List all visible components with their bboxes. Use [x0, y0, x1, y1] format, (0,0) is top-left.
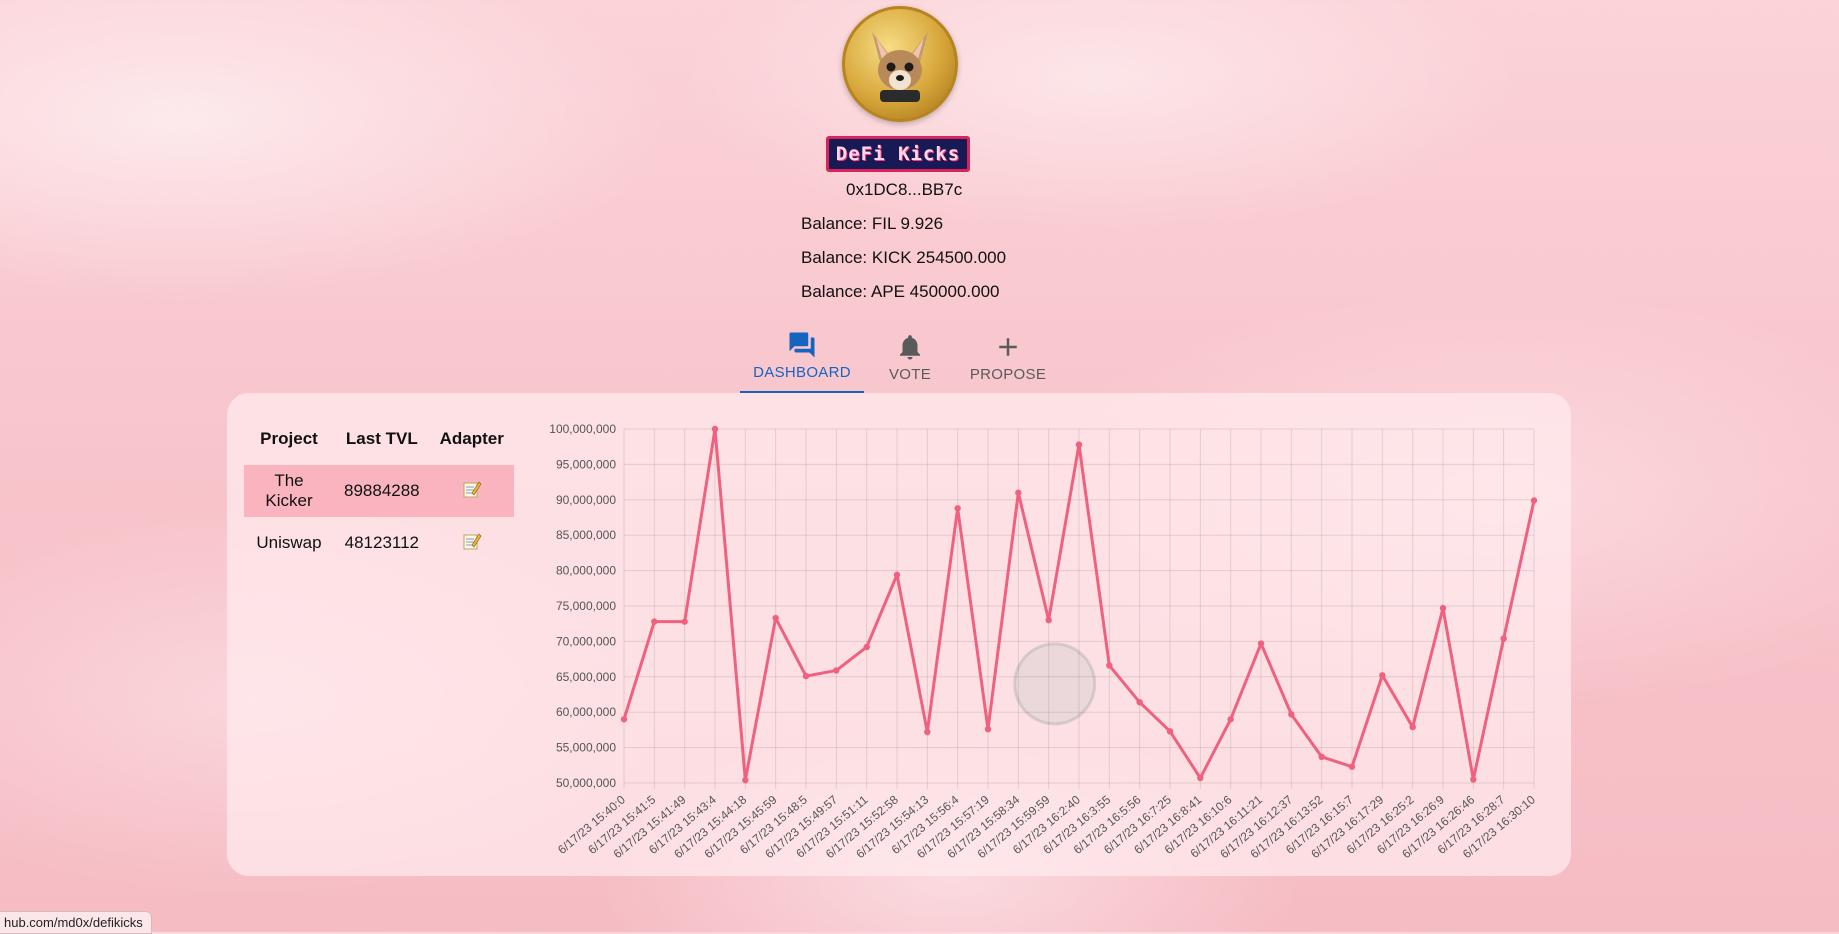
tab-vote[interactable]: VOTE	[864, 325, 956, 393]
data-point	[1318, 753, 1325, 761]
y-tick-label: 70,000,000	[556, 634, 616, 648]
tab-propose-label: PROPOSE	[969, 366, 1047, 383]
bell-icon	[900, 335, 920, 360]
tab-dashboard[interactable]: DASHBOARD	[740, 325, 864, 393]
data-point	[954, 505, 961, 512]
logo	[842, 6, 958, 122]
forum-icon	[789, 332, 815, 358]
table-row[interactable]: The Kicker 89884288	[244, 465, 514, 517]
project-name: The Kicker	[244, 465, 334, 517]
y-tick-label: 65,000,000	[556, 670, 616, 684]
y-tick-label: 60,000,000	[556, 705, 616, 719]
memo-icon	[463, 533, 482, 549]
data-point	[1257, 640, 1265, 647]
tab-dashboard-label: DASHBOARD	[753, 364, 851, 381]
data-point	[893, 571, 901, 579]
data-point	[1106, 662, 1113, 669]
memo-icon	[463, 481, 482, 497]
tab-propose[interactable]: PROPOSE	[956, 325, 1060, 393]
data-point	[802, 672, 810, 680]
y-tick-label: 100,000,000	[549, 422, 616, 436]
tab-vote-label: VOTE	[888, 366, 932, 383]
data-point	[620, 716, 628, 723]
data-point	[1136, 699, 1143, 706]
project-tvl: 48123112	[344, 533, 419, 552]
data-point	[1045, 616, 1052, 624]
data-point	[1500, 635, 1507, 642]
y-tick-label: 90,000,000	[556, 493, 616, 507]
data-point	[984, 725, 992, 733]
data-point	[1379, 672, 1386, 679]
table-row[interactable]: Uniswap 48123112	[244, 517, 514, 569]
y-tick-label: 55,000,000	[556, 741, 616, 755]
project-name: Uniswap	[256, 533, 322, 552]
data-point	[651, 618, 658, 625]
data-point	[772, 614, 779, 622]
chihuahua-logo-icon	[872, 32, 928, 102]
data-point	[1075, 441, 1083, 448]
brand-title: DeFi Kicks	[826, 136, 970, 172]
y-tick-label: 95,000,000	[556, 457, 616, 471]
y-tick-label: 75,000,000	[556, 599, 616, 613]
data-point	[681, 618, 688, 625]
data-point	[1470, 776, 1477, 783]
data-point	[1348, 763, 1356, 770]
data-point	[924, 728, 931, 736]
dashboard-card: Project Last TVL Adapter The Kicker 8988…	[227, 393, 1571, 876]
projects-table: Project Last TVL Adapter The Kicker 8988…	[244, 413, 514, 569]
project-tvl: 89884288	[334, 465, 430, 517]
data-point	[742, 776, 749, 784]
y-tick-label: 50,000,000	[556, 776, 616, 790]
data-point	[711, 425, 719, 433]
data-point	[1166, 728, 1174, 735]
data-point	[1015, 489, 1022, 496]
header-last-tvl: Last TVL	[345, 429, 418, 448]
status-bar-url: hub.com/md0x/defikicks	[0, 911, 152, 934]
data-point	[1409, 723, 1416, 731]
plus-icon	[999, 338, 1017, 356]
data-point	[833, 667, 840, 674]
tab-bar: DASHBOARD VOTE PROPOSE	[740, 325, 1060, 393]
data-point	[1227, 716, 1234, 723]
data-point	[863, 643, 870, 651]
balance-fil: Balance: FIL 9.926	[801, 214, 944, 233]
wallet-address[interactable]: 0x1DC8...BB7c	[846, 180, 962, 200]
data-point	[1288, 711, 1295, 718]
balance-kick: Balance: KICK 254500.000	[801, 248, 1007, 267]
data-point	[1197, 774, 1204, 782]
tvl-line-chart: 50,000,000 55,000,000 60,000,000 65,000,000…	[549, 422, 1538, 861]
balance-ape: Balance: APE 450000.000	[801, 282, 1000, 301]
y-tick-label: 85,000,000	[556, 528, 616, 542]
y-tick-label: 80,000,000	[556, 564, 616, 578]
data-point	[1530, 497, 1538, 504]
header-project: Project	[260, 429, 318, 448]
data-point	[1439, 604, 1447, 612]
